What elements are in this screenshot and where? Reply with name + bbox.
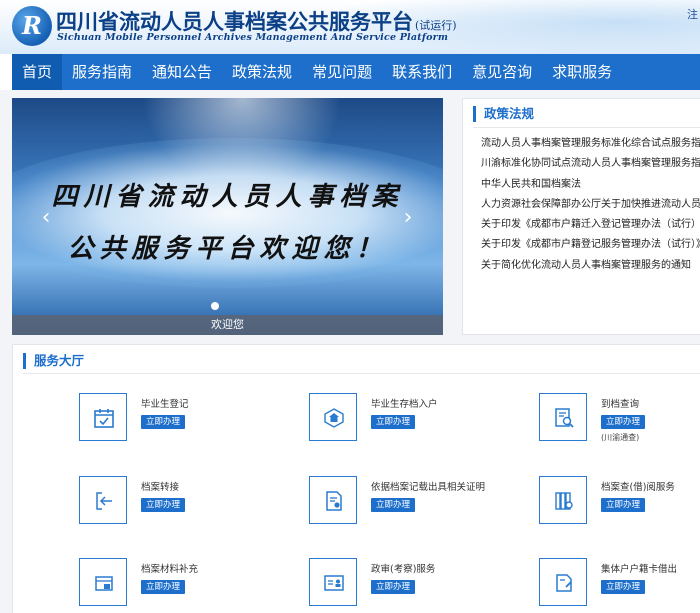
banner-glow-decoration	[142, 98, 342, 188]
service-name: 到档查询	[601, 399, 640, 410]
calendar-check-icon[interactable]	[79, 393, 127, 441]
apply-button[interactable]: 立即办理	[601, 498, 645, 512]
home-badge-icon[interactable]	[309, 393, 357, 441]
apply-button[interactable]: 立即办理	[371, 580, 415, 594]
apply-button[interactable]: 立即办理	[371, 498, 415, 512]
policy-list: 流动人员人事档案管理服务标准化综合试点服务指南 川渝标准化协同试点流动人员人事档…	[481, 134, 700, 276]
banner-headline-line1: 四川省流动人员人事档案	[51, 182, 404, 212]
certificate-icon[interactable]	[309, 476, 357, 524]
apply-button[interactable]: 立即办理	[141, 415, 185, 429]
service-material-supplement: 档案材料补充 立即办理	[79, 558, 299, 613]
service-graduate-archive: 毕业生存档入户 立即办理	[309, 393, 529, 453]
policy-panel: 政策法规 流动人员人事档案管理服务标准化综合试点服务指南 川渝标准化协同试点流动…	[462, 98, 700, 335]
site-header: R 四川省流动人员人事档案公共服务平台 (试运行) Sichuan Mobile …	[0, 0, 700, 54]
banner-carousel[interactable]: 四川省流动人员人事档案 公共服务平台欢迎您！ ‹ ›	[12, 98, 443, 335]
nav-item-service-guide[interactable]: 服务指南	[62, 54, 142, 90]
policy-link[interactable]: 关于简化优化流动人员人事档案管理服务的通知	[481, 256, 700, 276]
service-archive-transfer: 档案转接 立即办理	[79, 476, 299, 536]
service-name: 毕业生登记	[141, 399, 189, 410]
logo-letter: R	[22, 11, 42, 40]
nav-item-policies[interactable]: 政策法规	[222, 54, 302, 90]
main-nav: 首页 服务指南 通知公告 政策法规 常见问题 联系我们 意见咨询 求职服务	[0, 54, 700, 90]
nav-item-jobs[interactable]: 求职服务	[542, 54, 622, 90]
carousel-prev-icon[interactable]: ‹	[36, 206, 56, 230]
transfer-icon[interactable]	[79, 476, 127, 524]
nav-item-feedback[interactable]: 意见咨询	[462, 54, 542, 90]
service-hall: 服务大厅 毕业生登记 立即办理 毕业生存档入户 立即办理 到档查询 立即办理 (…	[12, 344, 700, 613]
material-add-icon[interactable]	[79, 558, 127, 606]
banner-headline-line2: 公共服务平台欢迎您！	[67, 234, 388, 264]
apply-button[interactable]: 立即办理	[141, 580, 185, 594]
policy-link[interactable]: 关于印发《成都市户籍登记服务管理办法（试行）》	[481, 235, 700, 255]
policy-panel-title: 政策法规	[473, 106, 534, 122]
service-name: 档案转接	[141, 482, 180, 493]
register-link[interactable]: 注	[687, 6, 698, 22]
service-hall-title: 服务大厅	[23, 353, 84, 369]
folders-icon[interactable]	[539, 476, 587, 524]
service-note: (川渝通查)	[601, 433, 640, 442]
apply-button[interactable]: 立即办理	[601, 580, 645, 594]
apply-button[interactable]: 立即办理	[141, 498, 185, 512]
id-card-icon[interactable]	[309, 558, 357, 606]
service-political-review: 政审(考察)服务 立即办理	[309, 558, 529, 613]
service-archive-certificate: 依据档案记载出具相关证明 立即办理	[309, 476, 529, 536]
site-subtitle: Sichuan Mobile Personnel Archives Manage…	[57, 32, 449, 43]
service-name: 依据档案记载出具相关证明	[371, 482, 486, 493]
nav-item-home[interactable]: 首页	[12, 54, 63, 90]
banner-caption: 欢迎您	[12, 315, 443, 335]
service-name: 政审(考察)服务	[371, 564, 436, 575]
apply-button[interactable]: 立即办理	[601, 415, 645, 429]
document-search-icon[interactable]	[539, 393, 587, 441]
nav-item-notices[interactable]: 通知公告	[142, 54, 222, 90]
service-name: 集体户户籍卡借出	[601, 564, 678, 575]
service-archive-lookup: 档案查(借)阅服务 立即办理	[539, 476, 700, 536]
divider	[23, 373, 700, 374]
site-title-text: 四川省流动人员人事档案公共服务平台	[56, 9, 413, 34]
carousel-indicator-dot[interactable]	[211, 302, 219, 310]
service-archive-query: 到档查询 立即办理 (川渝通查)	[539, 393, 700, 453]
site-logo[interactable]: R	[12, 6, 52, 46]
policy-link[interactable]: 流动人员人事档案管理服务标准化综合试点服务指南	[481, 134, 700, 154]
nav-item-contact[interactable]: 联系我们	[382, 54, 462, 90]
trial-note: (试运行)	[415, 19, 457, 32]
policy-link[interactable]: 中华人民共和国档案法	[481, 175, 700, 195]
service-household-card: 集体户户籍卡借出 立即办理	[539, 558, 700, 613]
service-graduate-registration: 毕业生登记 立即办理	[79, 393, 299, 453]
policy-link[interactable]: 人力资源社会保障部办公厅关于加快推进流动人员人	[481, 195, 700, 215]
card-lend-icon[interactable]	[539, 558, 587, 606]
nav-bar: 首页 服务指南 通知公告 政策法规 常见问题 联系我们 意见咨询 求职服务	[12, 54, 700, 90]
apply-button[interactable]: 立即办理	[371, 415, 415, 429]
nav-item-faq[interactable]: 常见问题	[302, 54, 382, 90]
service-name: 毕业生存档入户	[371, 399, 438, 410]
policy-link[interactable]: 川渝标准化协同试点流动人员人事档案管理服务指南	[481, 154, 700, 174]
divider	[473, 127, 700, 128]
service-name: 档案查(借)阅服务	[601, 482, 675, 493]
carousel-next-icon[interactable]: ›	[398, 206, 418, 230]
service-name: 档案材料补充	[141, 564, 199, 575]
policy-link[interactable]: 关于印发《成都市户籍迁入登记管理办法（试行）实	[481, 215, 700, 235]
